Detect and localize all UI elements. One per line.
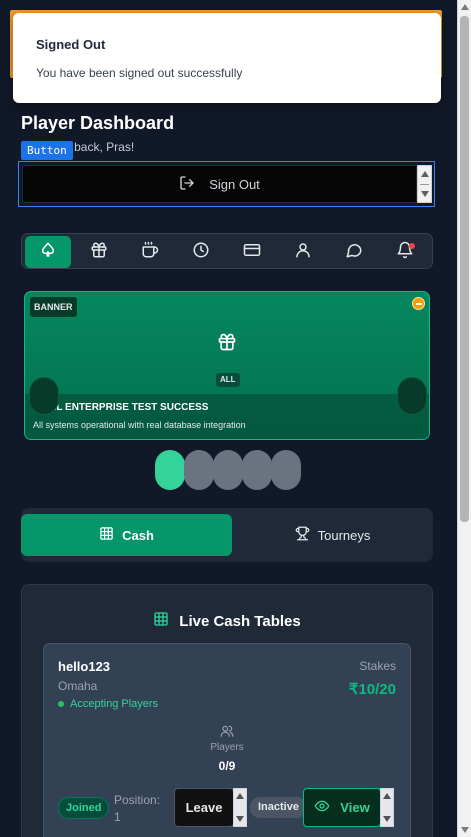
seat-position: Position: 1 bbox=[114, 792, 168, 826]
status-dot bbox=[58, 701, 64, 707]
panel-title-label: Live Cash Tables bbox=[179, 612, 301, 630]
carousel-dot[interactable] bbox=[155, 450, 185, 490]
carousel-dot[interactable] bbox=[242, 450, 272, 490]
joined-badge: Joined bbox=[58, 797, 110, 819]
banner-title: FINAL ENTERPRISE TEST SUCCESS bbox=[33, 402, 209, 413]
signout-label: Sign Out bbox=[209, 176, 260, 192]
nav-notifications[interactable] bbox=[382, 236, 428, 268]
toast-message: You have been signed out successfully bbox=[36, 66, 243, 80]
page-title: Player Dashboard bbox=[21, 113, 175, 133]
players-label: Players bbox=[210, 742, 244, 753]
carousel-dot[interactable] bbox=[271, 450, 301, 490]
tab-cash[interactable]: Cash bbox=[21, 514, 232, 556]
banner-next-button[interactable] bbox=[397, 377, 427, 415]
game-type: Omaha bbox=[58, 679, 98, 693]
carousel-dot[interactable] bbox=[184, 450, 214, 490]
table-icon bbox=[153, 611, 169, 631]
carousel-dots bbox=[155, 450, 301, 490]
coffee-icon bbox=[141, 241, 159, 264]
scroll-down-icon[interactable] bbox=[461, 827, 469, 833]
eye-icon bbox=[314, 798, 330, 817]
nav-wallet[interactable] bbox=[229, 236, 275, 268]
audience-badge: ALL bbox=[216, 373, 240, 387]
table-icon bbox=[99, 526, 114, 544]
clock-icon bbox=[192, 241, 210, 264]
inactive-badge: Inactive bbox=[250, 797, 307, 818]
banner-caption-bg bbox=[25, 394, 429, 439]
view-label: View bbox=[340, 800, 370, 815]
gift-icon bbox=[217, 332, 237, 357]
leave-spinner[interactable] bbox=[233, 788, 247, 827]
spinner-down-icon[interactable] bbox=[383, 816, 391, 822]
card-icon bbox=[243, 241, 261, 264]
panel-title: Live Cash Tables bbox=[22, 611, 432, 631]
notification-dot bbox=[409, 243, 415, 249]
position-value: 1 bbox=[114, 810, 121, 824]
signout-spinner[interactable] bbox=[417, 165, 432, 203]
game-type-tabs: Cash Tourneys bbox=[21, 508, 433, 562]
nav-lounge[interactable] bbox=[127, 236, 173, 268]
players-count: 0/9 bbox=[218, 759, 236, 773]
status-label: Accepting Players bbox=[70, 698, 159, 710]
nav-rewards[interactable] bbox=[76, 236, 122, 268]
nav-poker[interactable] bbox=[25, 236, 71, 268]
leave-button[interactable]: Leave bbox=[174, 788, 234, 827]
spinner-down-icon[interactable] bbox=[236, 816, 244, 822]
view-button[interactable]: View bbox=[303, 788, 381, 827]
spinner-up-icon[interactable] bbox=[236, 793, 244, 799]
scroll-thumb[interactable] bbox=[460, 16, 469, 522]
user-icon bbox=[294, 241, 312, 264]
spinner-up-icon[interactable] bbox=[421, 171, 429, 177]
toast-notification[interactable]: Signed Out You have been signed out succ… bbox=[13, 13, 441, 103]
nav-profile[interactable] bbox=[280, 236, 326, 268]
india-flag-icon bbox=[412, 297, 425, 310]
chat-icon bbox=[345, 241, 363, 264]
inspector-tag: Button bbox=[21, 141, 73, 160]
spinner-divider bbox=[420, 184, 429, 185]
tab-cash-label: Cash bbox=[122, 527, 154, 543]
position-label: Position: bbox=[114, 793, 161, 807]
app-frame: Signed Out You have been signed out succ… bbox=[0, 0, 457, 837]
banner-prev-button[interactable] bbox=[29, 377, 59, 415]
users-icon bbox=[220, 724, 234, 743]
carousel-dot[interactable] bbox=[213, 450, 243, 490]
promo-banner[interactable]: BANNER ALL FINAL ENTERPRISE TEST SUCCESS… bbox=[24, 291, 430, 440]
spade-icon bbox=[39, 241, 57, 264]
view-spinner[interactable] bbox=[380, 788, 394, 827]
tab-tourneys[interactable]: Tourneys bbox=[232, 514, 433, 556]
gift-icon bbox=[90, 241, 108, 264]
scroll-up-icon[interactable] bbox=[461, 4, 469, 10]
icon-nav-bar bbox=[21, 233, 433, 269]
banner-subtitle: All systems operational with real databa… bbox=[33, 420, 246, 430]
table-name: hello123 bbox=[58, 659, 111, 674]
toast-title: Signed Out bbox=[36, 37, 106, 52]
tab-tourneys-label: Tourneys bbox=[317, 527, 371, 543]
nav-history[interactable] bbox=[178, 236, 224, 268]
page-scrollbar[interactable] bbox=[457, 0, 471, 837]
spinner-up-icon[interactable] bbox=[383, 793, 391, 799]
spinner-down-icon[interactable] bbox=[421, 191, 429, 197]
banner-tag: BANNER bbox=[30, 297, 77, 317]
table-status: Accepting Players bbox=[58, 698, 158, 710]
logout-icon bbox=[179, 175, 195, 194]
nav-chat[interactable] bbox=[331, 236, 377, 268]
trophy-icon bbox=[295, 526, 310, 544]
stakes-value: ₹10/20 bbox=[348, 681, 396, 698]
signout-button[interactable]: Sign Out bbox=[22, 165, 417, 203]
stakes-label: Stakes bbox=[359, 659, 396, 673]
